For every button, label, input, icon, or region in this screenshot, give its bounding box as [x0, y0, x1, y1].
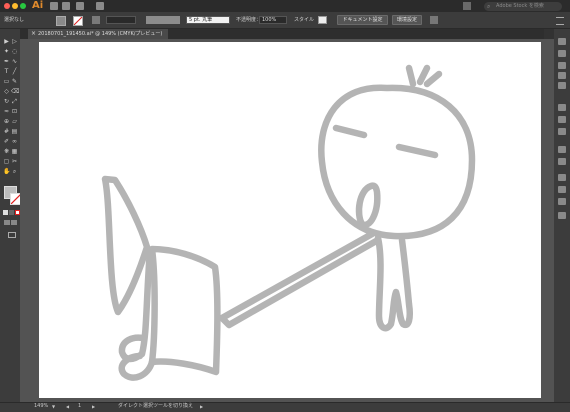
brush-definition-dropdown[interactable]: 5 pt. 丸筆	[186, 16, 230, 24]
warp-tool-icon[interactable]: ≈	[3, 108, 10, 115]
book-front-page	[148, 245, 221, 376]
zoom-window-button[interactable]	[20, 3, 26, 9]
fill-color-swatch[interactable]	[56, 16, 66, 26]
eyedropper-tool-icon[interactable]: ✐	[3, 138, 10, 145]
minimize-window-button[interactable]	[12, 3, 18, 9]
shaper-tool-icon[interactable]: ◇	[3, 88, 10, 95]
document-tab[interactable]: × 20180701_191450.ai* @ 149% (CMYK/プレビュー…	[28, 29, 168, 39]
bridge-icon[interactable]	[50, 2, 58, 10]
column-graph-tool-icon[interactable]: ▦	[11, 148, 18, 155]
close-tab-icon[interactable]: ×	[31, 29, 36, 39]
figure-head	[318, 84, 476, 240]
stick-figure-drawing	[101, 64, 476, 381]
line-tool-icon[interactable]: ╱	[11, 68, 18, 75]
artboard[interactable]	[39, 42, 541, 398]
graphic-style-swatch[interactable]	[318, 16, 327, 24]
blend-tool-icon[interactable]: ∞	[11, 138, 18, 145]
layers-icon[interactable]	[558, 174, 566, 181]
perspective-tool-icon[interactable]: ▱	[11, 118, 18, 125]
type-tool-icon[interactable]: T	[3, 68, 10, 75]
document-tab-title: 20180701_191450.ai* @ 149% (CMYK/プレビュー)	[38, 31, 163, 37]
magic-wand-tool-icon[interactable]: ✦	[3, 48, 10, 55]
opacity-field[interactable]: 100%	[259, 16, 287, 24]
gradient-panel-icon[interactable]	[558, 116, 566, 123]
first-artboard-icon[interactable]: ◀	[66, 402, 69, 411]
gpu-performance-icon[interactable]	[96, 2, 104, 10]
slice-tool-icon[interactable]: ✂	[11, 158, 18, 165]
draw-behind-icon[interactable]	[11, 220, 17, 225]
panel-menu-icon[interactable]	[556, 17, 564, 25]
figure-arm	[218, 230, 382, 329]
figure-left-eye	[332, 124, 368, 139]
transparency-icon[interactable]	[558, 128, 566, 135]
brushes-icon[interactable]	[558, 72, 566, 79]
arrange-icon[interactable]	[430, 16, 438, 24]
selection-status-label: 選択なし	[4, 17, 25, 23]
paintbrush-tool-icon[interactable]: ✎	[11, 78, 18, 85]
book-back-page	[101, 175, 151, 316]
gradient-tool-icon[interactable]: ▤	[11, 128, 18, 135]
opacity-label: 不透明度：	[236, 17, 262, 23]
style-label: スタイル	[294, 17, 315, 23]
hand-tool-icon[interactable]: ✋	[3, 168, 10, 175]
scale-tool-icon[interactable]: ⤢	[11, 98, 18, 105]
selection-tool-icon[interactable]: ▶	[3, 38, 10, 45]
rectangle-tool-icon[interactable]: ▭	[3, 78, 10, 85]
direct-selection-tool-icon[interactable]: ▷	[11, 38, 18, 45]
swatches-icon[interactable]	[558, 62, 566, 69]
curvature-tool-icon[interactable]: ∿	[11, 58, 18, 65]
graphic-styles-icon[interactable]	[558, 158, 566, 165]
free-transform-tool-icon[interactable]: ⊡	[11, 108, 18, 115]
search-icon: ⌕	[487, 3, 491, 10]
app-logo: Ai	[32, 0, 44, 11]
appearance-icon[interactable]	[558, 146, 566, 153]
stock-search-input[interactable]: ⌕ Adobe Stock を検索	[484, 2, 562, 11]
figure-hair	[405, 64, 443, 88]
properties-icon[interactable]	[558, 212, 566, 219]
chevron-down-icon[interactable]: ▼	[52, 402, 55, 411]
stock-icon[interactable]	[62, 2, 70, 10]
figure-right-eye	[395, 143, 439, 159]
figure-mouth	[355, 182, 381, 229]
color-mode-icon[interactable]	[3, 210, 8, 215]
pen-tool-icon[interactable]: ✒	[3, 58, 10, 65]
stroke-color-swatch[interactable]	[73, 16, 83, 26]
arrange-documents-icon[interactable]	[76, 2, 84, 10]
status-tool-hint: ダイレクト選択ツールを切り換え	[118, 403, 194, 409]
screen-mode-icon[interactable]	[8, 232, 16, 238]
color-guide-icon[interactable]	[558, 50, 566, 57]
zoom-tool-icon[interactable]: ⌕	[11, 168, 18, 175]
shape-builder-tool-icon[interactable]: ⊕	[3, 118, 10, 125]
mesh-tool-icon[interactable]: #	[3, 128, 10, 135]
stroke-panel-icon[interactable]	[92, 16, 100, 24]
lasso-tool-icon[interactable]: ◌	[11, 48, 18, 55]
next-artboard-icon[interactable]: ▶	[92, 402, 95, 411]
brush-definition-label: 5 pt. 丸筆	[189, 17, 213, 23]
eraser-tool-icon[interactable]: ⌫	[11, 88, 19, 95]
close-window-button[interactable]	[4, 3, 10, 9]
preferences-button[interactable]: 環境設定	[392, 15, 422, 25]
status-menu-icon[interactable]: ▶	[200, 402, 203, 411]
color-panel-icon[interactable]	[558, 38, 566, 45]
variable-width-profile[interactable]	[146, 16, 180, 24]
workspace-switcher-icon[interactable]	[463, 2, 471, 10]
zoom-level-field[interactable]: 149%	[34, 402, 48, 411]
rotate-tool-icon[interactable]: ↻	[3, 98, 10, 105]
gradient-mode-icon[interactable]	[9, 210, 14, 215]
search-placeholder: Adobe Stock を検索	[496, 3, 544, 9]
figure-body	[374, 234, 413, 332]
artboard-number-field[interactable]: 1	[78, 402, 81, 411]
document-setup-button[interactable]: ドキュメント設定	[337, 15, 388, 25]
draw-mode-icon[interactable]	[4, 220, 10, 225]
links-icon[interactable]	[558, 198, 566, 205]
artboard-tool-icon[interactable]: ▢	[3, 158, 10, 165]
stroke-panel-icon[interactable]	[558, 104, 566, 111]
symbols-icon[interactable]	[558, 82, 566, 89]
stroke-weight-field[interactable]	[106, 16, 136, 24]
artboards-icon[interactable]	[558, 186, 566, 193]
symbol-sprayer-tool-icon[interactable]: ❋	[3, 148, 10, 155]
